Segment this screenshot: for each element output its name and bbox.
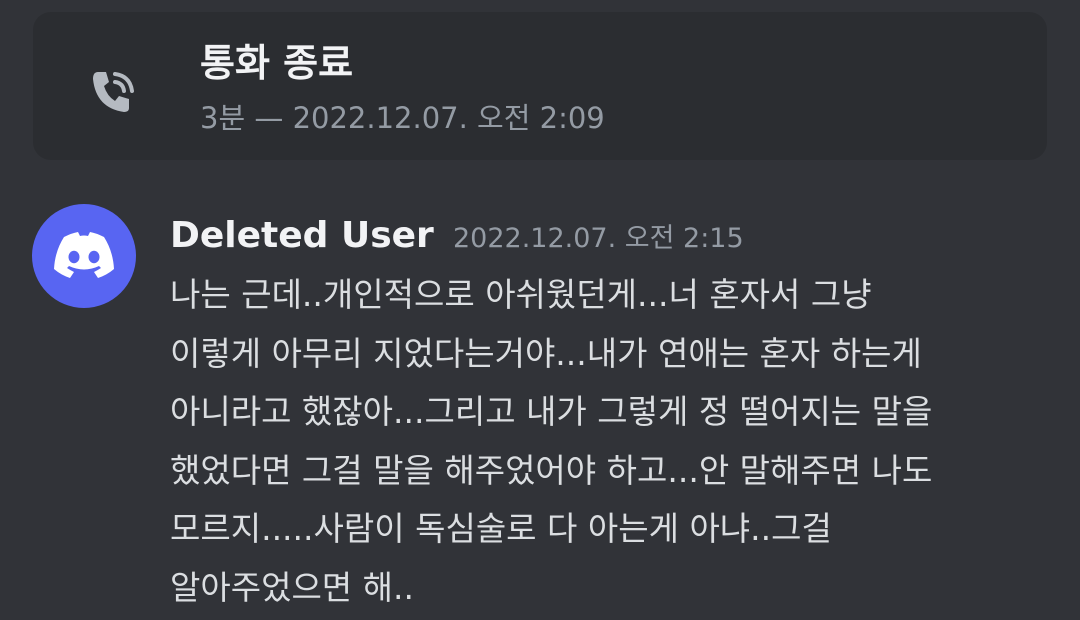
message-timestamp: 2022.12.07. 오전 2:15 bbox=[453, 223, 744, 254]
message-line: 이렇게 아무리 지었다는거야...내가 연애는 혼자 하는게 bbox=[170, 333, 922, 373]
call-duration-time: 3분 — 2022.12.07. 오전 2:09 bbox=[200, 101, 605, 135]
chat-view: 통화 종료 3분 — 2022.12.07. 오전 2:09 Deleted U… bbox=[0, 0, 1080, 620]
discord-logo-icon bbox=[54, 232, 114, 278]
message-content: 나는 근데..개인적으로 아쉬웠던게...너 혼자서 그냥 이렇게 아무리 지었… bbox=[170, 266, 1060, 617]
message-line: 모르지.....사람이 독심술로 다 아는게 아냐..그걸 bbox=[170, 509, 832, 548]
message-line: 알아주었으면 해.. bbox=[170, 567, 414, 607]
phone-call-icon bbox=[88, 66, 140, 118]
avatar[interactable] bbox=[32, 204, 136, 308]
message-line: 나는 근데..개인적으로 아쉬웠던게...너 혼자서 그냥 bbox=[170, 275, 872, 314]
call-ended-title: 통화 종료 bbox=[200, 41, 354, 85]
message-line: 했었다면 그걸 말을 해주었어야 하고...안 말해주면 나도 bbox=[170, 450, 933, 490]
message-author[interactable]: Deleted User bbox=[170, 212, 434, 260]
message-line: 아니라고 했잖아...그리고 내가 그렇게 정 떨어지는 말을 bbox=[170, 392, 933, 431]
